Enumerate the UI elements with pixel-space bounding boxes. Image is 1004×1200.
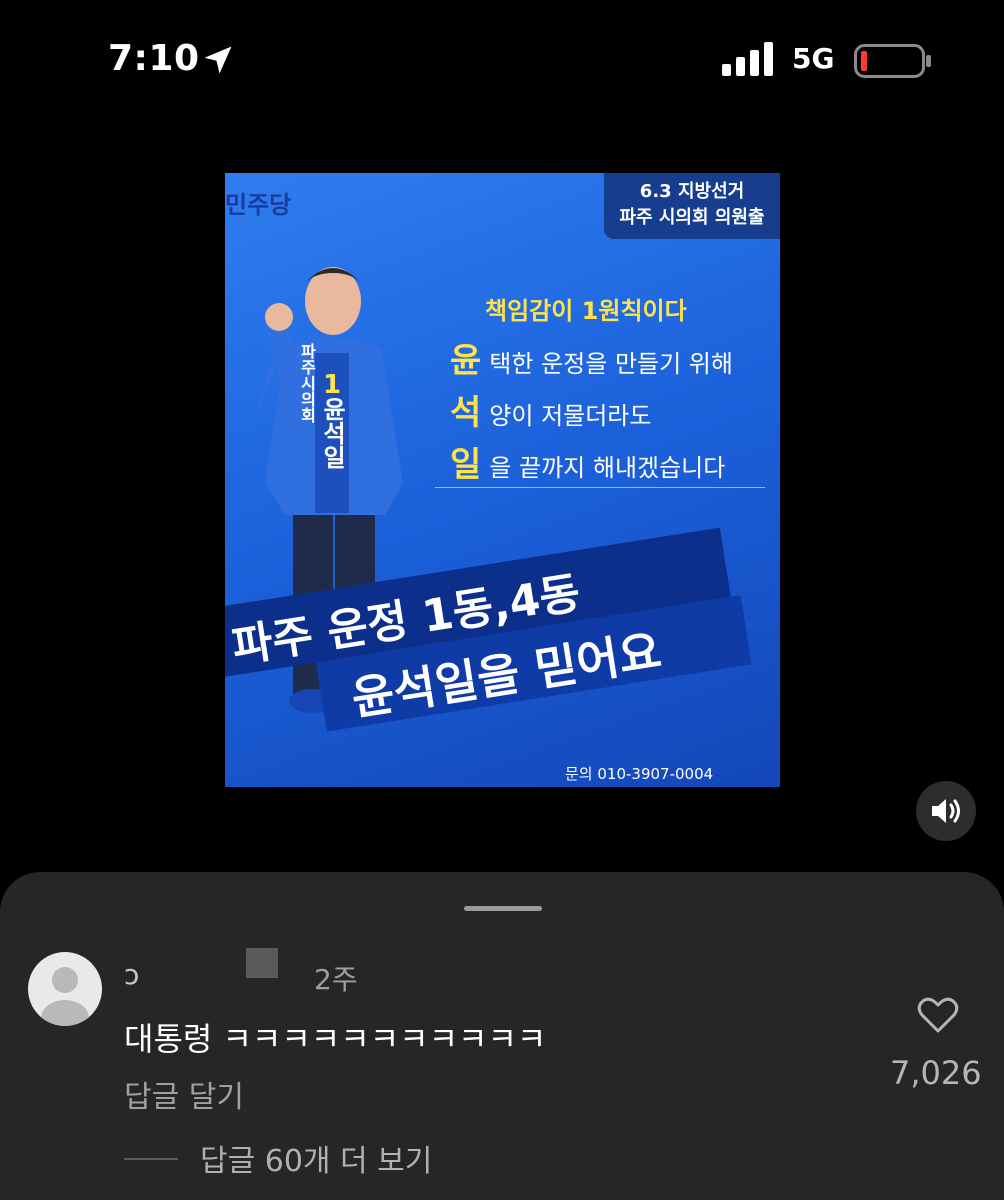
sash-name: 윤석일 <box>318 397 346 469</box>
slogan-initial-3: 일 <box>450 445 482 485</box>
view-replies-button[interactable]: 답글 60개 더 보기 <box>200 1136 432 1180</box>
election-tag-line1: 6.3 지방선거 <box>639 181 745 202</box>
slogan-line-1: 윤 택한 운정을 만들기 위해 <box>450 333 733 382</box>
sound-toggle-button[interactable] <box>916 781 976 841</box>
status-time: 7:10 <box>108 38 200 79</box>
slogan-initial-2: 석 <box>450 393 482 433</box>
speaker-icon <box>932 799 960 823</box>
slogan-title: 책임감이 1원칙이다 <box>485 297 687 325</box>
slogan-divider <box>435 487 765 488</box>
sheet-drag-handle[interactable] <box>464 906 542 911</box>
slogan-text-3: 을 끝까지 해내겠습니다 <box>489 454 726 482</box>
replies-divider <box>124 1158 178 1160</box>
battery-low-icon <box>854 44 931 78</box>
election-tag-line2: 파주 시의회 의원출 <box>619 207 765 228</box>
location-arrow-icon <box>204 46 232 74</box>
contact-info: 문의 010-3907-0004 <box>565 765 714 783</box>
heart-icon[interactable] <box>917 996 959 1034</box>
signal-icon <box>722 42 773 76</box>
comment-text: 대통령 ㅋㅋㅋㅋㅋㅋㅋㅋㅋㅋㅋ <box>124 1020 547 1058</box>
comment-username[interactable]: ɔ <box>124 958 139 991</box>
comments-sheet: ɔ 2주 대통령 ㅋㅋㅋㅋㅋㅋㅋㅋㅋㅋㅋ 답글 달기 답글 60개 더 보기 7… <box>0 872 1004 1200</box>
reply-button[interactable]: 답글 달기 <box>124 1072 244 1116</box>
redacted-username-block <box>246 948 278 978</box>
default-avatar-icon <box>41 967 89 1026</box>
comment-timestamp: 2주 <box>314 963 358 996</box>
slogan-text-1: 택한 운정을 만들기 위해 <box>489 350 733 378</box>
avatar[interactable] <box>28 952 102 1026</box>
party-logo: 민주당 <box>225 191 292 219</box>
sash-org: 파주시의회 <box>298 343 317 424</box>
slogan-initial-1: 윤 <box>450 341 482 381</box>
network-type: 5G <box>792 42 835 75</box>
slogan-line-3: 일을 끝까지 해내겠습니다 <box>450 437 725 486</box>
slogan-text-2: 양이 저물더라도 <box>489 402 652 430</box>
like-count: 7,026 <box>890 1054 982 1092</box>
post-image[interactable]: 민주당 6.3 지방선거 파주 시의회 의원출 1 윤석일 파주시의회 책임감이… <box>225 173 780 787</box>
sash-number: 1 <box>323 370 341 400</box>
slogan-line-2: 석 양이 저물더라도 <box>450 385 651 434</box>
election-tag: 6.3 지방선거 파주 시의회 의원출 <box>604 173 780 239</box>
